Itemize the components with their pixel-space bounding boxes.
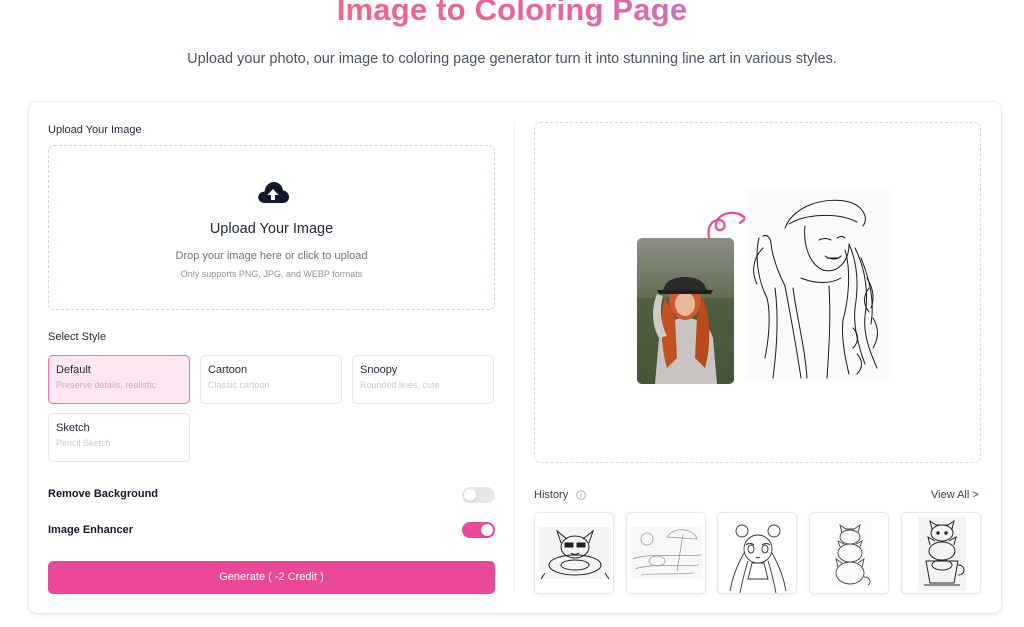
cloud-upload-icon bbox=[258, 182, 289, 203]
generate-button[interactable]: Generate ( -2 Credit ) bbox=[48, 561, 495, 594]
style-option-cartoon[interactable]: Cartoon Classic cartoon bbox=[200, 355, 342, 404]
history-thumbnail-stacked-cats[interactable] bbox=[809, 512, 889, 594]
style-name: Default bbox=[56, 364, 91, 376]
history-thumbnail-anime-girl[interactable] bbox=[717, 512, 797, 594]
example-photo bbox=[637, 238, 734, 384]
remove-background-label: Remove Background bbox=[48, 488, 159, 500]
upload-section-label: Upload Your Image bbox=[48, 124, 142, 136]
style-option-sketch[interactable]: Sketch Pencil Sketch bbox=[48, 413, 190, 462]
panel-divider bbox=[514, 122, 515, 592]
style-desc: Pencil Sketch bbox=[56, 438, 111, 448]
style-name: Cartoon bbox=[208, 364, 248, 376]
style-option-snoopy[interactable]: Snoopy Rounded lines, cute bbox=[352, 355, 494, 404]
page-subtitle: Upload your photo, our image to coloring… bbox=[187, 51, 837, 67]
history-label: History bbox=[534, 489, 569, 501]
info-icon[interactable] bbox=[576, 490, 586, 500]
history-thumbnail-shiba[interactable] bbox=[534, 512, 614, 594]
image-enhancer-toggle[interactable] bbox=[462, 522, 495, 538]
style-desc: Classic cartoon bbox=[208, 380, 270, 390]
page-title: Image to Coloring Page bbox=[0, 0, 1024, 28]
toggle-knob bbox=[481, 524, 493, 536]
style-desc: Rounded lines, cute bbox=[360, 380, 440, 390]
preview-area bbox=[534, 122, 981, 463]
style-name: Sketch bbox=[56, 422, 90, 434]
example-sketch bbox=[745, 188, 889, 381]
history-thumbnail-beach[interactable] bbox=[626, 512, 706, 594]
upload-dropzone[interactable]: Upload Your Image Drop your image here o… bbox=[48, 145, 495, 310]
view-all-link[interactable]: View All > bbox=[931, 489, 979, 501]
style-desc: Preserve details, realistic bbox=[56, 380, 157, 390]
upload-hint: Drop your image here or click to upload bbox=[175, 250, 368, 262]
style-option-default[interactable]: Default Preserve details, realistic bbox=[48, 355, 190, 404]
style-name: Snoopy bbox=[360, 364, 398, 376]
style-section-label: Select Style bbox=[48, 331, 107, 343]
upload-title: Upload Your Image bbox=[209, 221, 334, 237]
image-enhancer-label: Image Enhancer bbox=[48, 524, 133, 536]
upload-formats: Only supports PNG, JPG, and WEBP formats bbox=[180, 269, 363, 279]
toggle-knob bbox=[464, 489, 476, 501]
remove-background-toggle[interactable] bbox=[462, 487, 495, 503]
history-thumbnail-cats-cup[interactable] bbox=[901, 512, 981, 594]
